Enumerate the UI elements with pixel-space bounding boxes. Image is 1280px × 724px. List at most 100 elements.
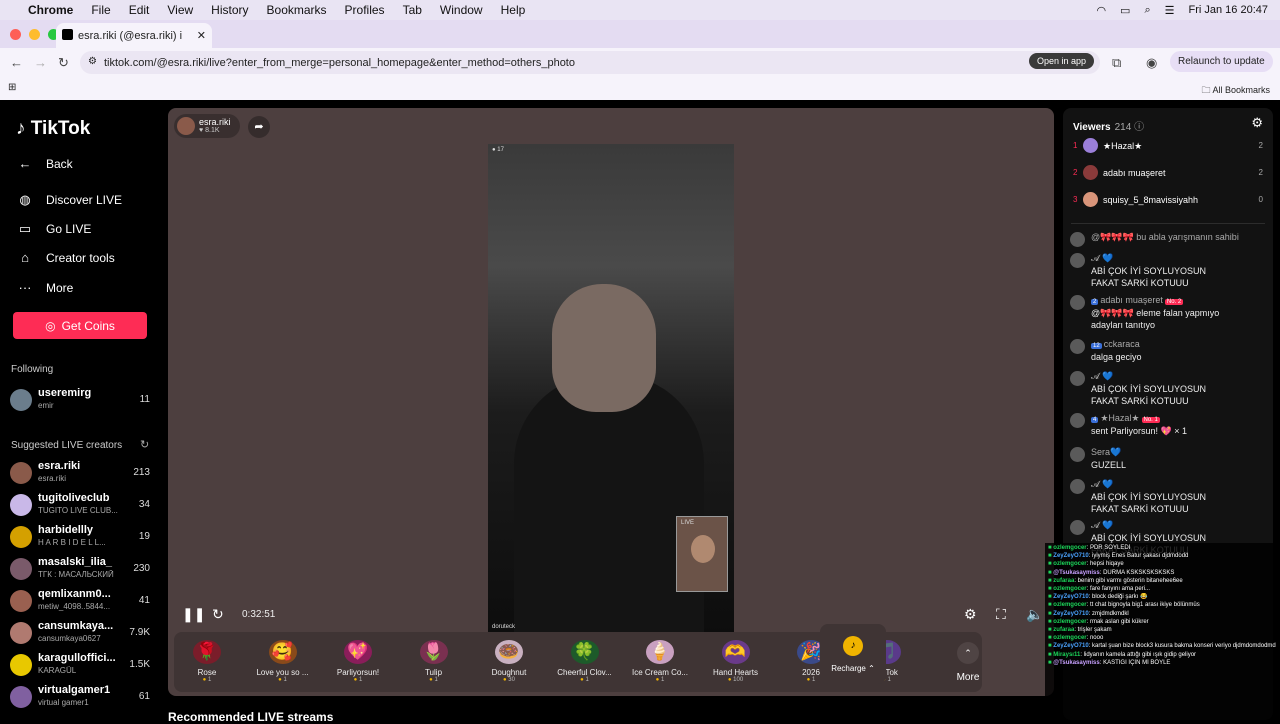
back-button[interactable]: ← Back bbox=[16, 156, 73, 171]
suggested-creator-item[interactable]: harbidellly H A R B I D E L L... 19 bbox=[10, 524, 150, 552]
overlay-chat-row: ■ @Tsukasaymiss: DURMA KSKSKSKSKSKS bbox=[1048, 569, 1277, 577]
minimize-window-button[interactable] bbox=[29, 29, 40, 40]
more-gifts-button[interactable]: ⌃ More bbox=[948, 642, 988, 683]
menu-tab[interactable]: Tab bbox=[403, 3, 422, 17]
battery-icon[interactable]: ▭ bbox=[1120, 4, 1130, 17]
forward-arrow-icon[interactable]: → bbox=[34, 55, 47, 70]
chat-author-name: 𝓐 💙 bbox=[1091, 520, 1114, 530]
search-icon[interactable]: ⌕ bbox=[1144, 4, 1150, 17]
volume-icon[interactable]: 🔈 bbox=[1026, 606, 1043, 623]
wifi-icon[interactable]: ◠ bbox=[1096, 4, 1106, 17]
suggested-creator-item[interactable]: karagulloffici... KARAGÜL 1.5K bbox=[10, 652, 150, 680]
live-video[interactable]: ● 17 LIVE doruteck bbox=[488, 144, 734, 634]
profile-avatar-icon[interactable]: ◉ bbox=[1146, 55, 1157, 71]
open-in-app-button[interactable]: Open in app bbox=[1028, 53, 1094, 69]
pip-guest-video[interactable]: LIVE bbox=[676, 516, 728, 592]
back-arrow-icon[interactable]: ← bbox=[10, 55, 23, 70]
live-player[interactable]: esra.riki ♥ 8.1K ➦ ● 17 LIVE doruteck ❚❚… bbox=[168, 108, 1054, 696]
following-item[interactable]: useremirg emir 11 bbox=[10, 387, 150, 415]
info-icon[interactable]: ⓘ bbox=[1134, 122, 1144, 133]
chat-author[interactable]: 𝓐 💙 bbox=[1091, 371, 1113, 382]
chat-author[interactable]: 𝓐 💙 bbox=[1091, 479, 1113, 490]
gift-price-value: 100 bbox=[733, 677, 744, 683]
suggested-creator-item[interactable]: qemlixanm0... metiw_4098..5844... 41 bbox=[10, 588, 150, 616]
overlay-text: : zmjdmdkmdkl bbox=[1088, 610, 1129, 617]
close-window-button[interactable] bbox=[10, 29, 21, 40]
get-coins-button[interactable]: ◎ Get Coins bbox=[13, 312, 147, 339]
gift-price: ● 30 bbox=[476, 677, 542, 683]
menu-profiles[interactable]: Profiles bbox=[345, 3, 385, 17]
recharge-button[interactable]: ♪ Recharge ⌃ bbox=[820, 624, 886, 684]
viewer-rank-item[interactable]: 1 ★Hazal★ 2 bbox=[1073, 138, 1263, 156]
host-badge[interactable]: esra.riki ♥ 8.1K bbox=[174, 114, 240, 138]
url-field[interactable]: ⚙ tiktok.com/@esra.riki/live?enter_from_… bbox=[80, 51, 1100, 74]
tab-close-icon[interactable]: ✕ bbox=[197, 29, 206, 42]
gift-item[interactable]: 🍩 Doughnut ● 30 bbox=[476, 640, 542, 683]
replay-icon[interactable]: ↻ bbox=[212, 606, 224, 623]
chat-settings-gear-icon[interactable]: ⚙ bbox=[1251, 115, 1263, 131]
nav-go-live[interactable]: ▭ Go LIVE bbox=[16, 221, 92, 237]
gift-item[interactable]: 🍦 Ice Cream Co... ● 1 bbox=[627, 640, 693, 683]
overlay-username: zufaraa bbox=[1053, 577, 1075, 584]
avatar[interactable] bbox=[1070, 253, 1085, 268]
gift-item[interactable]: 🍀 Cheerful Clov... ● 1 bbox=[552, 640, 618, 683]
gift-item[interactable]: 🫶 Hand Hearts ● 100 bbox=[703, 640, 769, 683]
gift-item[interactable]: 🌷 Tulip ● 1 bbox=[401, 640, 467, 683]
apps-grid-icon[interactable]: ⊞ bbox=[8, 82, 16, 93]
menubar-app-name[interactable]: Chrome bbox=[28, 3, 73, 17]
share-icon[interactable]: ➦ bbox=[248, 116, 270, 138]
all-bookmarks-button[interactable]: 🗀 All Bookmarks bbox=[1201, 83, 1270, 99]
reload-icon[interactable]: ↻ bbox=[58, 55, 69, 71]
menu-bookmarks[interactable]: Bookmarks bbox=[267, 3, 327, 17]
suggested-creator-item[interactable]: esra.riki esra.riki 213 bbox=[10, 460, 150, 488]
control-center-icon[interactable]: ☰ bbox=[1165, 4, 1175, 17]
creator-sub: ТГК : МАСАЛЬСКИЙ bbox=[38, 570, 114, 579]
relaunch-to-update-button[interactable]: Relaunch to update bbox=[1170, 51, 1273, 72]
suggested-creator-item[interactable]: tugitoliveclub TUGITO LIVE CLUB... 34 bbox=[10, 492, 150, 520]
avatar[interactable] bbox=[1070, 413, 1085, 428]
suggested-creator-item[interactable]: masalski_ilia_ ТГК : МАСАЛЬСКИЙ 230 bbox=[10, 556, 150, 584]
gift-7-icon: 🍦 bbox=[646, 640, 674, 664]
menu-file[interactable]: File bbox=[91, 3, 110, 17]
chat-author[interactable]: Sera💙 bbox=[1091, 447, 1121, 458]
avatar[interactable] bbox=[1070, 295, 1085, 310]
settings-gear-icon[interactable]: ⚙ bbox=[964, 606, 977, 623]
extensions-icon[interactable]: ⧉ bbox=[1112, 55, 1121, 71]
gift-item[interactable]: 🥰 Love you so ... ● 1 bbox=[250, 640, 316, 683]
avatar[interactable] bbox=[1070, 339, 1085, 354]
avatar[interactable] bbox=[1070, 479, 1085, 494]
chat-author[interactable]: @🎀🎀🎀 bu abla yarışmanın sahibi bbox=[1091, 232, 1239, 243]
gift-item[interactable]: 🌹 Rose ● 1 bbox=[174, 640, 240, 683]
nav-discover-live[interactable]: ◍ Discover LIVE bbox=[16, 192, 122, 208]
menu-window[interactable]: Window bbox=[440, 3, 483, 17]
site-info-icon[interactable]: ⚙ bbox=[88, 56, 97, 67]
menu-history[interactable]: History bbox=[211, 3, 248, 17]
tiktok-logo[interactable]: ♪ TikTok bbox=[16, 118, 90, 140]
overlay-text: : benim gibi varmı gösterin bitanehee6ee bbox=[1074, 577, 1183, 584]
overlay-chat-feed: ■ ozlemgocer: PDR SOYLEDİ ■ ZeyZeyO710: i… bbox=[1045, 543, 1280, 720]
browser-tab-active[interactable]: esra.riki (@esra.riki) is LIV ✕ bbox=[56, 23, 212, 48]
chat-author[interactable]: 4 ★Hazal★ No. 1 bbox=[1091, 413, 1160, 424]
menu-view[interactable]: View bbox=[167, 3, 193, 17]
pause-icon[interactable]: ❚❚ bbox=[182, 606, 205, 623]
avatar[interactable] bbox=[1070, 520, 1085, 535]
suggested-creator-item[interactable]: virtualgamer1 virtual gamer1 61 bbox=[10, 684, 150, 712]
avatar[interactable] bbox=[1070, 232, 1085, 247]
menu-help[interactable]: Help bbox=[501, 3, 526, 17]
menubar-clock[interactable]: Fri Jan 16 20:47 bbox=[1189, 4, 1269, 16]
chat-author[interactable]: 𝓐 💙 bbox=[1091, 520, 1113, 531]
nav-more[interactable]: ··· More bbox=[16, 280, 74, 295]
viewer-rank-item[interactable]: 3 squisy_5_8mavissiyahh 0 bbox=[1073, 192, 1263, 210]
chat-author[interactable]: 𝓐 💙 bbox=[1091, 253, 1113, 264]
avatar[interactable] bbox=[1070, 371, 1085, 386]
nav-creator-tools[interactable]: ⌂ Creator tools bbox=[16, 250, 115, 265]
chat-author[interactable]: 2 adabı muaşeret No. 2 bbox=[1091, 295, 1184, 305]
chat-author[interactable]: 12 cckaraca bbox=[1091, 339, 1140, 349]
suggested-creator-item[interactable]: cansumkaya... cansumkaya0627 7.9K bbox=[10, 620, 150, 648]
avatar[interactable] bbox=[1070, 447, 1085, 462]
refresh-icon[interactable]: ↻ bbox=[140, 438, 149, 451]
viewer-rank-item[interactable]: 2 adabı muaşeret 2 bbox=[1073, 165, 1263, 183]
fullscreen-icon[interactable]: ⛶ bbox=[996, 606, 1006, 623]
menu-edit[interactable]: Edit bbox=[129, 3, 150, 17]
gift-item[interactable]: 💖 Parliyorsun! ● 1 bbox=[325, 640, 391, 683]
